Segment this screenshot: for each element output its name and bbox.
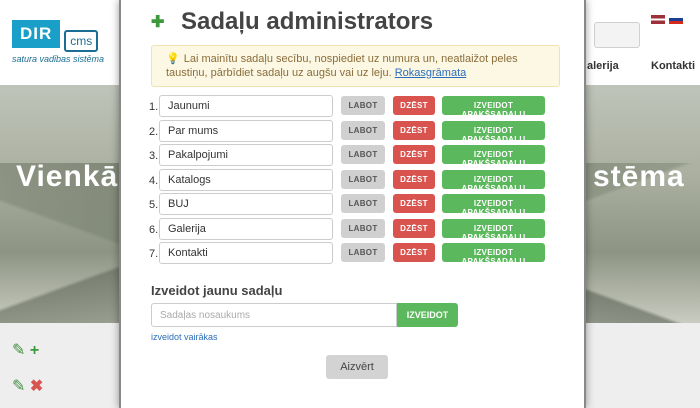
language-flags (651, 15, 687, 27)
pencil-icon[interactable]: ✎ (12, 342, 25, 359)
lightbulb-icon: 💡 (166, 53, 180, 65)
create-subsection-button[interactable]: IZVEIDOT APAKŠSADAĻU (442, 243, 545, 266)
section-name[interactable]: Par mums (159, 119, 333, 142)
add-icon[interactable]: + (30, 342, 39, 359)
create-button[interactable]: IZVEIDOT (397, 303, 458, 327)
modal-title: ✚ Sadaļu administrators (151, 8, 434, 35)
section-name[interactable]: Galerija (159, 217, 333, 240)
manual-link[interactable]: Rokasgrāmata (395, 67, 467, 79)
section-number[interactable]: 2. (149, 126, 158, 138)
flag-lv-icon[interactable] (651, 15, 665, 24)
flag-ru-icon[interactable] (669, 15, 683, 24)
create-subsection-button[interactable]: IZVEIDOT APAKŠSADAĻU (442, 145, 545, 168)
section-number[interactable]: 1. (149, 101, 158, 113)
hero-title-right: stēma (593, 160, 685, 193)
section-number[interactable]: 5. (149, 199, 158, 211)
edit-button[interactable]: LABOT (341, 169, 385, 189)
create-multiple-link[interactable]: izveidot vairākas (151, 332, 218, 342)
delete-button[interactable]: DZĒST (393, 218, 435, 238)
nav-item-galerija[interactable]: alerija (587, 60, 619, 72)
delete-button[interactable]: DZĒST (393, 169, 435, 189)
section-number[interactable]: 7. (149, 248, 158, 260)
add-page-icon: ✚ (151, 14, 165, 31)
bg-edit-tools: ✎ + ✎ ✖ (12, 340, 43, 408)
edit-button[interactable]: LABOT (341, 194, 385, 213)
delete-button[interactable]: DZĒST (393, 96, 435, 115)
logo-dir: DIR (12, 20, 61, 48)
create-subsection-button[interactable]: IZVEIDOT APAKŠSADAĻU (442, 194, 545, 217)
edit-button[interactable]: LABOT (341, 96, 385, 115)
close-button[interactable]: Aizvērt (326, 355, 388, 379)
section-name[interactable]: Katalogs (159, 168, 333, 191)
section-name-input[interactable]: Sadaļas nosaukums (151, 303, 397, 327)
info-alert: 💡 Lai mainītu sadaļu secību, nospiediet u… (151, 45, 560, 87)
delete-button[interactable]: DZĒST (393, 194, 435, 213)
hero-title-left: Vienkā (16, 160, 119, 193)
section-number[interactable]: 6. (149, 224, 158, 236)
edit-button[interactable]: LABOT (341, 218, 385, 238)
section-number[interactable]: 3. (149, 150, 158, 162)
logo-cms: cms (64, 30, 99, 52)
delete-button[interactable]: DZĒST (393, 243, 435, 262)
create-subsection-button[interactable]: IZVEIDOT APAKŠSADAĻU (442, 218, 545, 242)
site-search[interactable] (594, 22, 640, 48)
edit-button[interactable]: LABOT (341, 243, 385, 262)
create-subsection-button[interactable]: IZVEIDOT APAKŠSADAĻU (442, 120, 545, 144)
delete-button[interactable]: DZĒST (393, 120, 435, 140)
pencil-icon[interactable]: ✎ (12, 378, 25, 395)
section-name[interactable]: BUJ (159, 193, 333, 215)
section-number[interactable]: 4. (149, 175, 158, 187)
section-name[interactable]: Pakalpojumi (159, 144, 333, 166)
logo-subtitle: satura vadības sistēma (12, 54, 105, 64)
edit-button[interactable]: LABOT (341, 145, 385, 164)
nav-item-kontakti[interactable]: Kontakti (651, 60, 695, 72)
section-admin-modal: ✚ Sadaļu administrators 💡 Lai mainītu sad… (119, 0, 586, 408)
create-section-title: Izveidot jaunu sadaļu (151, 283, 283, 298)
edit-button[interactable]: LABOT (341, 120, 385, 140)
site-logo[interactable]: DIR cms satura vadības sistēma (12, 20, 104, 64)
delete-icon[interactable]: ✖ (30, 378, 43, 395)
delete-button[interactable]: DZĒST (393, 145, 435, 164)
create-subsection-button[interactable]: IZVEIDOT APAKŠSADAĻU (442, 96, 545, 119)
section-name[interactable]: Kontakti (159, 242, 333, 264)
create-subsection-button[interactable]: IZVEIDOT APAKŠSADAĻU (442, 169, 545, 193)
section-name[interactable]: Jaunumi (159, 95, 333, 117)
